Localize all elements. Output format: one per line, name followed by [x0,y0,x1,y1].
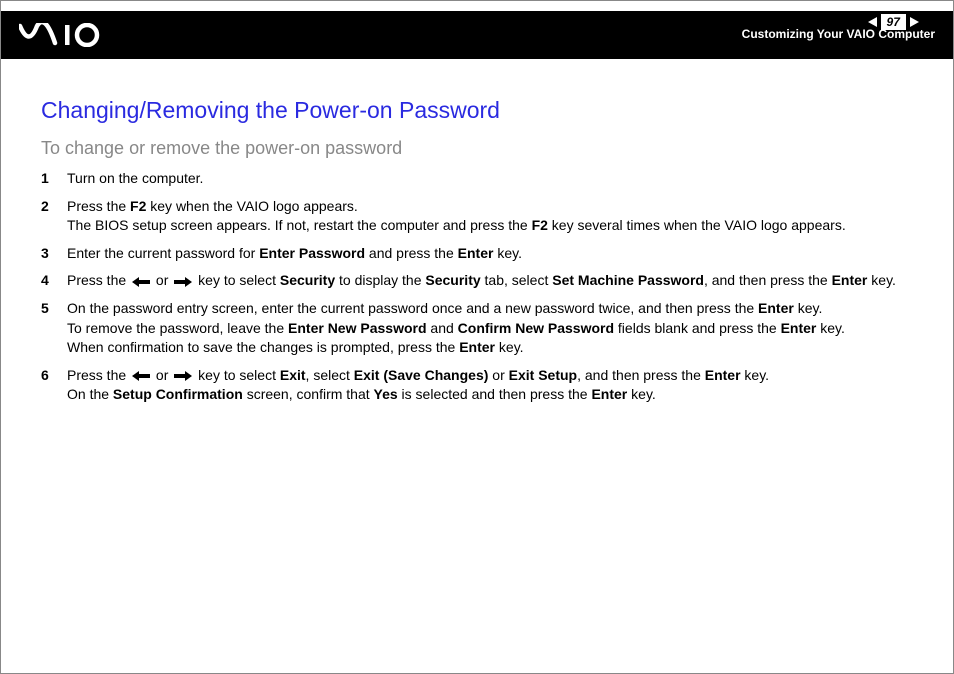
n-letter: N [925,14,935,30]
vaio-logo [19,23,119,47]
bold-text: Confirm New Password [458,320,614,336]
bold-text: Exit [280,367,306,383]
bold-text: Enter New Password [288,320,427,336]
page-header-wrap: 97 N Customizing Your VAIO Computer [1,11,953,59]
page-subtitle: To change or remove the power-on passwor… [41,138,913,159]
bold-text: Enter [758,300,794,316]
bold-text: F2 [532,217,548,233]
bold-text: Security [425,272,480,288]
bold-text: Enter [591,386,627,402]
bold-text: Set Machine Password [552,272,704,288]
bold-text: Enter [705,367,741,383]
bold-text: Exit (Save Changes) [354,367,489,383]
step-body: Enter the current password for Enter Pas… [67,244,913,264]
bold-text: Setup Confirmation [113,386,243,402]
bold-text: Enter Password [259,245,365,261]
step-body: Press the or key to select Exit, select … [67,366,913,405]
page-number: 97 [881,14,906,30]
step-number: 3 [41,244,67,264]
instruction-step: 2Press the F2 key when the VAIO logo app… [41,197,913,236]
step-number: 2 [41,197,67,217]
header-bar: Customizing Your VAIO Computer [1,11,953,59]
page-title: Changing/Removing the Power-on Password [41,97,913,124]
bold-text: F2 [130,198,146,214]
step-number: 5 [41,299,67,319]
step-number: 1 [41,169,67,189]
step-number: 6 [41,366,67,386]
prev-page-arrow-icon[interactable] [868,17,877,27]
instruction-step: 4Press the or key to select Security to … [41,271,913,291]
step-body: On the password entry screen, enter the … [67,299,913,358]
bold-text: Exit Setup [509,367,577,383]
instruction-step: 1Turn on the computer. [41,169,913,189]
bold-text: Security [280,272,335,288]
left-arrow-icon [132,277,150,287]
step-body: Press the or key to select Security to d… [67,271,913,291]
bold-text: Enter [458,245,494,261]
instruction-step: 6Press the or key to select Exit, select… [41,366,913,405]
page-nav: 97 N [868,11,935,33]
step-body: Press the F2 key when the VAIO logo appe… [67,197,913,236]
step-number: 4 [41,271,67,291]
bold-text: Enter [459,339,495,355]
content-area: Changing/Removing the Power-on Password … [1,59,953,433]
instruction-step: 5On the password entry screen, enter the… [41,299,913,358]
right-arrow-icon [174,277,192,287]
left-arrow-icon [132,371,150,381]
bold-text: Enter [832,272,868,288]
step-body: Turn on the computer. [67,169,913,189]
instruction-step: 3Enter the current password for Enter Pa… [41,244,913,264]
next-page-arrow-icon[interactable] [910,17,919,27]
bold-text: Yes [374,386,398,402]
instruction-list: 1Turn on the computer.2Press the F2 key … [41,169,913,405]
right-arrow-icon [174,371,192,381]
bold-text: Enter [781,320,817,336]
